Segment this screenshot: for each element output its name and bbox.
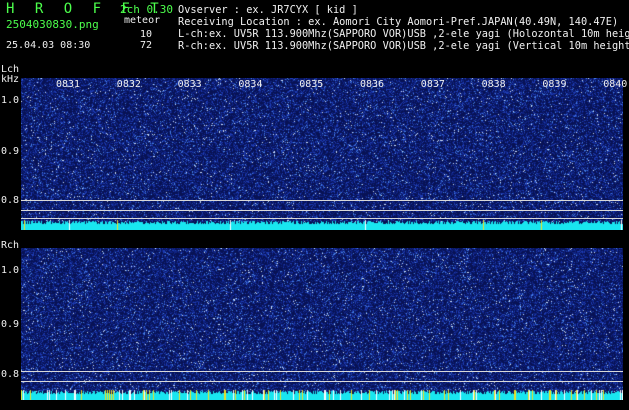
meteor-label: meteor: [124, 15, 161, 26]
rch-y-tick-2: 0.9: [1, 319, 20, 330]
rch-y-tick-3: 0.8: [1, 369, 20, 380]
lch-meteor-count: 10: [140, 29, 153, 40]
time-tick-0833: 0833: [177, 79, 202, 90]
khz-label: kHz: [1, 74, 20, 85]
time-tick-0837: 0837: [420, 79, 445, 90]
time-tick-0832: 0832: [116, 79, 141, 90]
lch-reference-line: [21, 200, 623, 201]
lch-y-tick-2: 0.9: [1, 146, 20, 157]
date-time: 25.04.03 08:30: [6, 40, 91, 51]
time-tick-0840: 0840: [603, 79, 628, 90]
lch-y-tick-1: 1.0: [1, 95, 20, 106]
time-tick-0836: 0836: [360, 79, 385, 90]
time-tick-0838: 0838: [481, 79, 506, 90]
lch-reference-line: [21, 218, 623, 219]
observer-info: Ovserver : ex. JR7CYX [ kid ]: [178, 4, 358, 16]
rch-spectrogram: [21, 248, 623, 400]
rch-label: Rch: [1, 240, 20, 251]
time-tick-0831: 0831: [56, 79, 81, 90]
lch-info: L-ch:ex. UV5R 113.900Mhz(SAPPORO VOR)USB…: [178, 28, 629, 40]
time-tick-0835: 0835: [299, 79, 324, 90]
rch-info: R-ch:ex. UV5R 113.900Mhz(SAPPORO VOR)USB…: [178, 40, 629, 52]
lch-y-tick-3: 0.8: [1, 195, 20, 206]
lch-spectrogram: [21, 78, 623, 230]
location-info: Receiving Location : ex. Aomori City Aom…: [178, 16, 619, 28]
time-tick-0834: 0834: [238, 79, 263, 90]
rch-y-tick-1: 1.0: [1, 265, 20, 276]
rch-reference-line: [21, 381, 623, 382]
rch-reference-line: [21, 371, 623, 372]
rch-meteor-count: 72: [140, 40, 153, 51]
file-name: 2504030830.png: [6, 18, 99, 31]
lch-reference-line: [21, 210, 623, 211]
time-tick-0839: 0839: [542, 79, 567, 90]
